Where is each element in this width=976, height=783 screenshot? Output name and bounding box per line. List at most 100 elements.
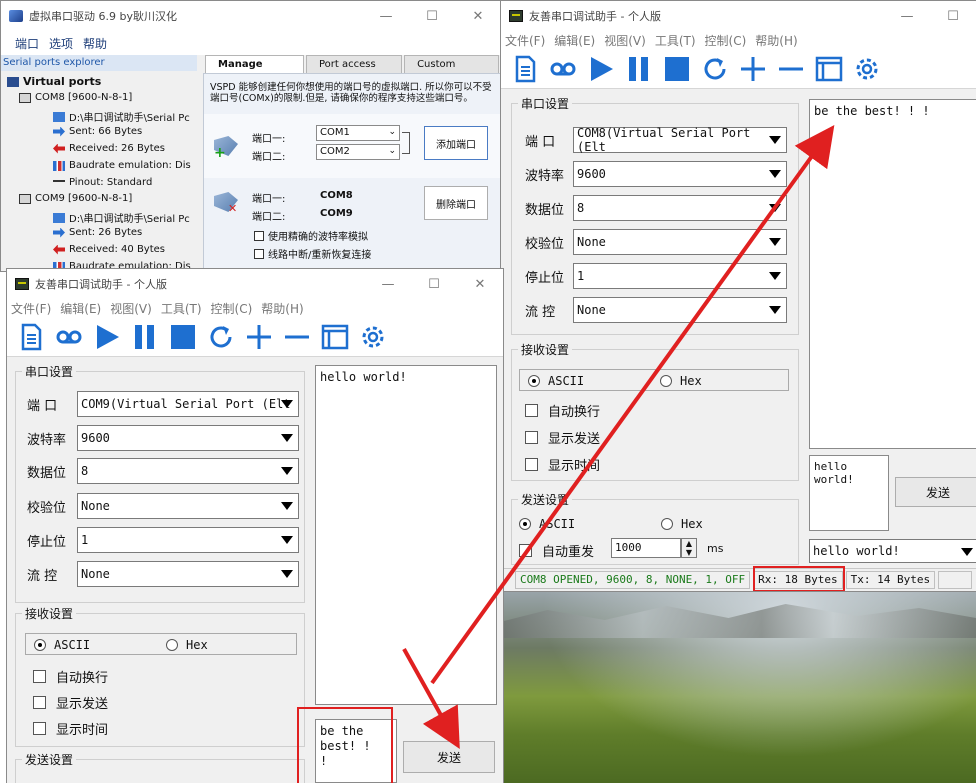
menu-view[interactable]: 视图(V) [110,300,152,317]
minimize-button[interactable]: — [365,277,411,292]
tree-item[interactable]: Received: 26 Bytes [53,143,165,154]
auto-resend-checkbox[interactable]: 自动重发 [519,541,594,560]
minus-icon[interactable] [281,321,313,353]
receive-hex-radio[interactable]: Hex [660,374,702,388]
menu-view[interactable]: 视图(V) [604,32,646,49]
stop-bits-select[interactable]: 1 [573,263,787,289]
play-icon[interactable] [585,53,617,85]
menu-help[interactable]: 帮助 [83,35,107,52]
data-bits-select[interactable]: 8 [77,458,299,484]
option-precise-baud[interactable]: 使用精确的波特率模拟 [254,228,368,243]
flow-control-select[interactable]: None [77,561,299,587]
pause-icon[interactable] [623,53,655,85]
menu-options[interactable]: 选项 [49,35,73,52]
refresh-icon[interactable] [205,321,237,353]
receive-textarea[interactable]: be the best! ! ! [809,99,976,449]
send-ascii-radio[interactable]: ASCII [519,517,575,531]
receive-ascii-radio[interactable]: ASCII [528,374,584,388]
document-icon[interactable] [509,53,541,85]
menu-control[interactable]: 控制(C) [705,32,747,49]
pause-icon[interactable] [129,321,161,353]
add-port-button[interactable]: 添加端口 [424,126,488,160]
tree-item[interactable]: Received: 40 Bytes [53,244,165,255]
minus-icon[interactable] [775,53,807,85]
menu-help[interactable]: 帮助(H) [755,32,797,49]
tree-item[interactable]: D:\串口调试助手\Serial Pc [53,210,190,225]
show-time-checkbox[interactable]: 显示时间 [33,719,108,738]
parity-select[interactable]: None [573,229,787,255]
record-icon[interactable] [547,53,579,85]
tree-item[interactable]: D:\串口调试助手\Serial Pc [53,109,190,124]
tab-custom-pinout[interactable]: Custom pinout [404,55,499,87]
send-textarea[interactable]: hello world! [809,455,889,531]
menu-edit[interactable]: 编辑(E) [60,300,101,317]
tree-item[interactable]: Sent: 66 Bytes [53,126,142,137]
refresh-icon[interactable] [699,53,731,85]
send-text-highlight-box [297,707,393,783]
menu-ports[interactable]: 端口 [15,35,39,52]
menu-file[interactable]: 文件(F) [11,300,51,317]
explorer-header: Serial ports explorer [1,55,197,71]
show-send-checkbox[interactable]: 显示发送 [33,693,108,712]
parity-select[interactable]: None [77,493,299,519]
interval-input[interactable]: 1000 [611,538,681,558]
tab-manage-ports[interactable]: Manage ports [205,55,304,87]
stop-icon[interactable] [661,53,693,85]
maximize-button[interactable]: ☐ [409,9,455,24]
port-select[interactable]: COM9(Virtual Serial Port (Elt [77,391,299,417]
minimize-button[interactable]: — [884,9,930,24]
tab-port-access-list[interactable]: Port access list [306,55,403,87]
menu-tools[interactable]: 工具(T) [655,32,696,49]
tree-port-com9[interactable]: COM9 [9600-N-8-1] [19,193,132,204]
tree-item[interactable]: Sent: 26 Bytes [53,227,142,238]
baud-select[interactable]: 9600 [573,161,787,187]
auto-wrap-checkbox[interactable]: 自动换行 [525,401,600,420]
tree-port-com8[interactable]: COM8 [9600-N-8-1] [19,92,132,103]
play-icon[interactable] [91,321,123,353]
send-button[interactable]: 发送 [895,477,976,507]
port-select[interactable]: COM8(Virtual Serial Port (Elt [573,126,787,154]
baud-select[interactable]: 9600 [77,425,299,451]
show-send-checkbox[interactable]: 显示发送 [525,428,600,447]
maximize-button[interactable]: ☐ [411,277,457,292]
window-icon[interactable] [813,53,845,85]
document-icon[interactable] [15,321,47,353]
receive-ascii-radio[interactable]: ASCII [34,638,90,652]
stop-icon[interactable] [167,321,199,353]
remove-port-button[interactable]: 删除端口 [424,186,488,220]
gear-icon[interactable] [851,53,883,85]
receive-hex-radio[interactable]: Hex [166,638,208,652]
send-button[interactable]: 发送 [403,741,495,773]
data-bits-select[interactable]: 8 [573,195,787,221]
tree-item[interactable]: Pinout: Standard [53,177,152,188]
show-time-checkbox[interactable]: 显示时间 [525,455,600,474]
menu-tools[interactable]: 工具(T) [161,300,202,317]
send-hex-radio[interactable]: Hex [661,517,703,531]
close-button[interactable]: ✕ [455,9,501,24]
close-button[interactable]: ✕ [457,277,503,292]
option-reconnect[interactable]: 线路中断/重新恢复连接 [254,246,371,261]
gear-icon[interactable] [357,321,389,353]
flow-control-select[interactable]: None [573,297,787,323]
window-icon[interactable] [319,321,351,353]
tree-root-virtual-ports[interactable]: Virtual ports [7,75,101,88]
interval-stepper[interactable]: ▲ ▼ [681,538,697,558]
menu-control[interactable]: 控制(C) [211,300,253,317]
port1-select[interactable]: COM1 ⌄ [316,125,400,141]
menu-edit[interactable]: 编辑(E) [554,32,595,49]
menu-file[interactable]: 文件(F) [505,32,545,49]
maximize-button[interactable]: ☐ [930,9,976,24]
record-icon[interactable] [53,321,85,353]
plus-icon[interactable] [737,53,769,85]
port2-select[interactable]: COM2 ⌄ [316,144,400,160]
checkbox[interactable] [254,230,264,241]
minimize-button[interactable]: — [363,9,409,24]
receive-textarea[interactable]: hello world! [315,365,497,705]
send-history-select[interactable]: hello world! [809,539,976,563]
tree-item[interactable]: Baudrate emulation: Dis [53,160,191,171]
stop-bits-select[interactable]: 1 [77,527,299,553]
checkbox[interactable] [254,248,264,259]
menu-help[interactable]: 帮助(H) [261,300,303,317]
auto-wrap-checkbox[interactable]: 自动换行 [33,667,108,686]
plus-icon[interactable] [243,321,275,353]
